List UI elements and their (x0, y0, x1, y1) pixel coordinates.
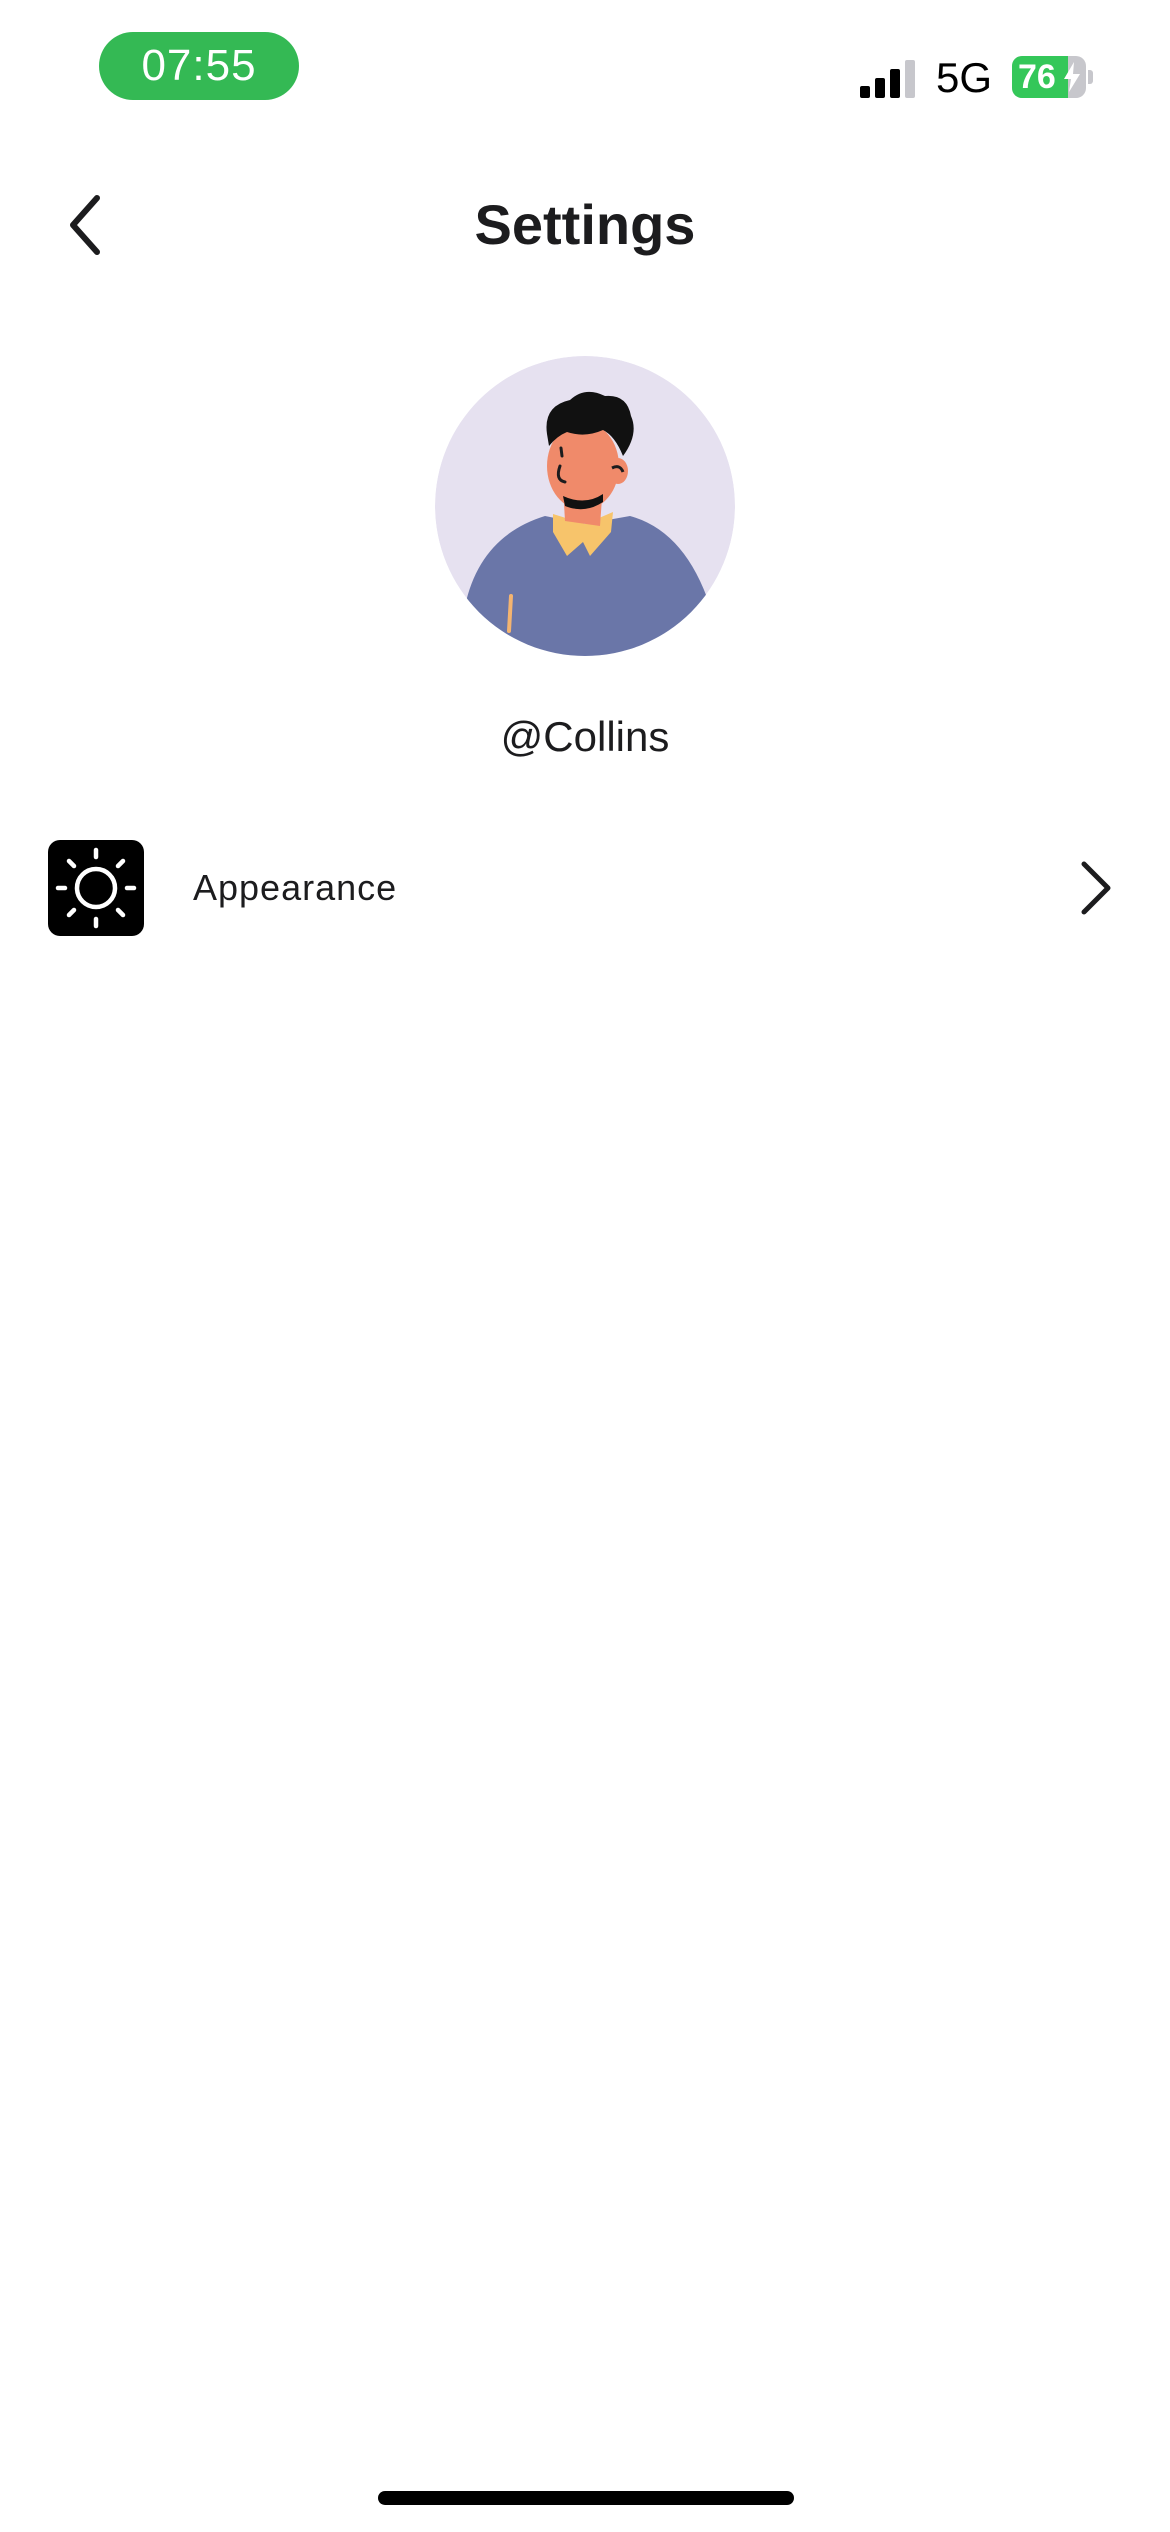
battery-level: 76 (1018, 58, 1056, 96)
username: @Collins (500, 713, 670, 760)
chevron-right-icon (1081, 861, 1111, 915)
appearance-icon-tile (48, 840, 144, 936)
page-title: Settings (474, 193, 696, 256)
signal-bar-2 (875, 78, 885, 98)
signal-bar-4 (905, 60, 915, 98)
status-time: 07:55 (99, 32, 299, 100)
battery-indicator: 76 (1012, 56, 1094, 100)
signal-bar-1 (860, 86, 870, 98)
settings-item-appearance[interactable]: Appearance (0, 820, 1170, 956)
battery-body: 76 (1012, 56, 1086, 98)
person-illustration-avatar (435, 356, 735, 656)
signal-bar-3 (890, 69, 900, 98)
sun-icon (55, 847, 137, 929)
status-bar: 07:55 5G 76 (0, 0, 1170, 130)
charging-bolt-icon (1064, 62, 1080, 92)
home-indicator[interactable] (378, 2491, 794, 2505)
cellular-signal-icon (860, 60, 915, 98)
battery-cap (1088, 70, 1093, 84)
avatar[interactable] (435, 356, 735, 656)
network-type: 5G (936, 54, 993, 101)
settings-item-label: Appearance (193, 867, 398, 908)
